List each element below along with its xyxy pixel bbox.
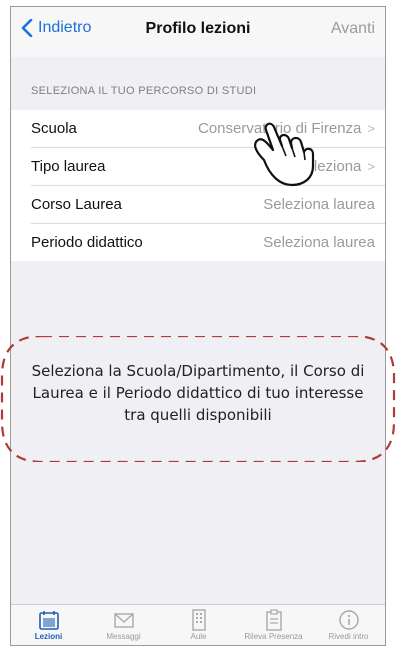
clipboard-icon bbox=[265, 609, 282, 631]
tab-label: Lezioni bbox=[34, 632, 63, 641]
page-title: Profilo lezioni bbox=[145, 20, 251, 37]
row-value: Seleziona laurea bbox=[263, 196, 375, 213]
chevron-right-icon: > bbox=[367, 121, 375, 136]
pointing-hand-icon bbox=[254, 122, 315, 187]
navigation-bar: Indietro Profilo lezioni Avanti bbox=[11, 7, 385, 57]
chevron-right-icon: > bbox=[367, 159, 375, 174]
row-label: Periodo didattico bbox=[31, 234, 143, 251]
tab-label: Aule bbox=[190, 632, 207, 641]
tab-rileva-presenza[interactable]: Rileva Presenza bbox=[236, 605, 311, 641]
row-periodo-didattico[interactable]: Periodo didattico Seleziona laurea bbox=[31, 224, 385, 261]
building-icon bbox=[191, 609, 206, 631]
forward-button[interactable]: Avanti bbox=[331, 20, 375, 38]
info-icon bbox=[338, 610, 359, 630]
tab-messaggi[interactable]: Messaggi bbox=[86, 605, 161, 641]
tab-bar: Lezioni Messaggi Aule Rileva Presenza Ri… bbox=[11, 604, 385, 645]
section-header: SELEZIONA IL TUO PERCORSO DI STUDI bbox=[31, 85, 257, 97]
row-value: Seleziona laurea bbox=[263, 234, 375, 251]
app-screen: Indietro Profilo lezioni Avanti SELEZION… bbox=[10, 6, 386, 646]
row-corso-laurea[interactable]: Corso Laurea Seleziona laurea bbox=[31, 186, 385, 224]
tab-lezioni[interactable]: Lezioni bbox=[11, 605, 86, 641]
tab-label: Rileva Presenza bbox=[244, 632, 303, 641]
tab-label: Messaggi bbox=[106, 632, 141, 641]
row-label: Scuola bbox=[31, 120, 77, 137]
tab-rivedi-intro[interactable]: Rivedi intro bbox=[311, 605, 385, 641]
envelope-icon bbox=[113, 613, 134, 628]
callout-text: Seleziona la Scuola/Dipartimento, il Cor… bbox=[31, 362, 365, 424]
tab-aule[interactable]: Aule bbox=[161, 605, 236, 641]
row-label: Tipo laurea bbox=[31, 158, 106, 175]
tab-label: Rivedi intro bbox=[328, 632, 369, 641]
row-label: Corso Laurea bbox=[31, 196, 122, 213]
calendar-icon bbox=[38, 611, 59, 630]
